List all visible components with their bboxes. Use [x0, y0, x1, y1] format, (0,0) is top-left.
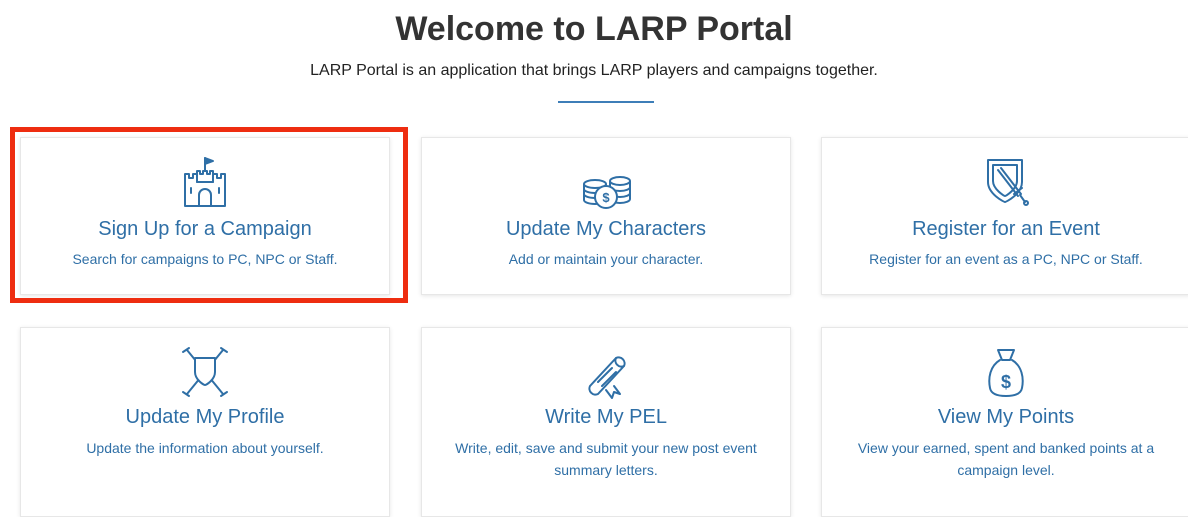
card-update-characters[interactable]: $ Update My Characters Add or maintain y…	[421, 137, 791, 295]
card-view-points[interactable]: $ View My Points View your earned, spent…	[821, 327, 1188, 517]
page-title: Welcome to LARP Portal	[395, 10, 793, 48]
svg-text:$: $	[1001, 372, 1011, 392]
scroll-icon	[578, 348, 634, 404]
card-title: Write My PEL	[545, 406, 667, 428]
title-divider	[558, 101, 654, 103]
card-description: Update the information about yourself.	[86, 440, 324, 456]
card-title: Sign Up for a Campaign	[98, 218, 312, 240]
page-subtitle: LARP Portal is an application that bring…	[310, 62, 878, 79]
card-description: Write, edit, save and submit your new po…	[455, 440, 757, 478]
money-bag-icon: $	[978, 344, 1034, 400]
svg-text:$: $	[602, 190, 610, 205]
card-description: Register for an event as a PC, NPC or St…	[869, 251, 1143, 267]
card-sign-up-campaign[interactable]: Sign Up for a Campaign Search for campai…	[20, 137, 390, 295]
card-title: Update My Characters	[505, 218, 707, 240]
crossed-swords-shield-icon	[177, 344, 233, 400]
card-title: View My Points	[937, 406, 1075, 428]
card-title: Register for an Event	[912, 218, 1100, 240]
card-register-event[interactable]: Register for an Event Register for an ev…	[821, 137, 1188, 295]
card-title: Update My Profile	[125, 406, 285, 428]
castle-icon	[177, 154, 233, 210]
card-update-profile[interactable]: Update My Profile Update the information…	[20, 327, 390, 517]
coins-icon: $	[578, 164, 634, 220]
shield-sword-icon	[978, 154, 1034, 210]
card-write-pel[interactable]: Write My PEL Write, edit, save and submi…	[421, 327, 791, 517]
card-description: View your earned, spent and banked point…	[857, 440, 1155, 478]
card-description: Add or maintain your character.	[508, 251, 704, 267]
card-description: Search for campaigns to PC, NPC or Staff…	[72, 251, 338, 267]
